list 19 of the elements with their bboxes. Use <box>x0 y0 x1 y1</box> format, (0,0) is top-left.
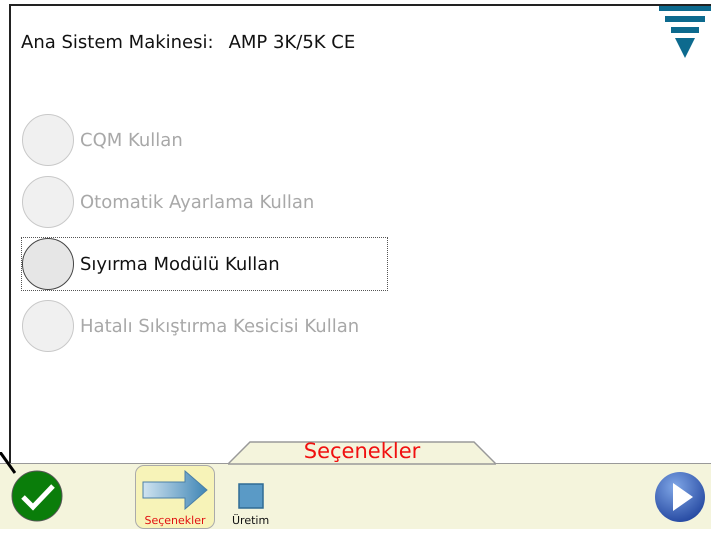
option-label: Sıyırma Modülü Kullan <box>80 254 280 274</box>
checkmark-icon <box>11 470 63 522</box>
option-label: Otomatik Ayarlama Kullan <box>80 192 314 212</box>
option-label: CQM Kullan <box>80 130 183 150</box>
square-icon <box>236 482 265 510</box>
option-row[interactable]: Sıyırma Modülü Kullan <box>21 237 388 291</box>
machine-label: Ana Sistem Makinesi: <box>21 32 214 53</box>
confirm-button[interactable] <box>11 470 65 524</box>
arrow-icon <box>141 470 209 510</box>
radio-button[interactable] <box>22 238 74 290</box>
logo-icon <box>659 6 711 58</box>
options-tab[interactable]: Seçenekler <box>228 441 496 465</box>
play-icon <box>653 470 707 522</box>
next-button[interactable] <box>653 470 707 522</box>
machine-value: AMP 3K/5K CE <box>228 32 356 53</box>
nav-item[interactable]: Üretim <box>227 465 274 529</box>
option-label: Hatalı Sıkıştırma Kesicisi Kullan <box>80 316 360 336</box>
nav-item[interactable]: Seçenekler <box>135 465 215 529</box>
cable-line <box>0 452 16 474</box>
